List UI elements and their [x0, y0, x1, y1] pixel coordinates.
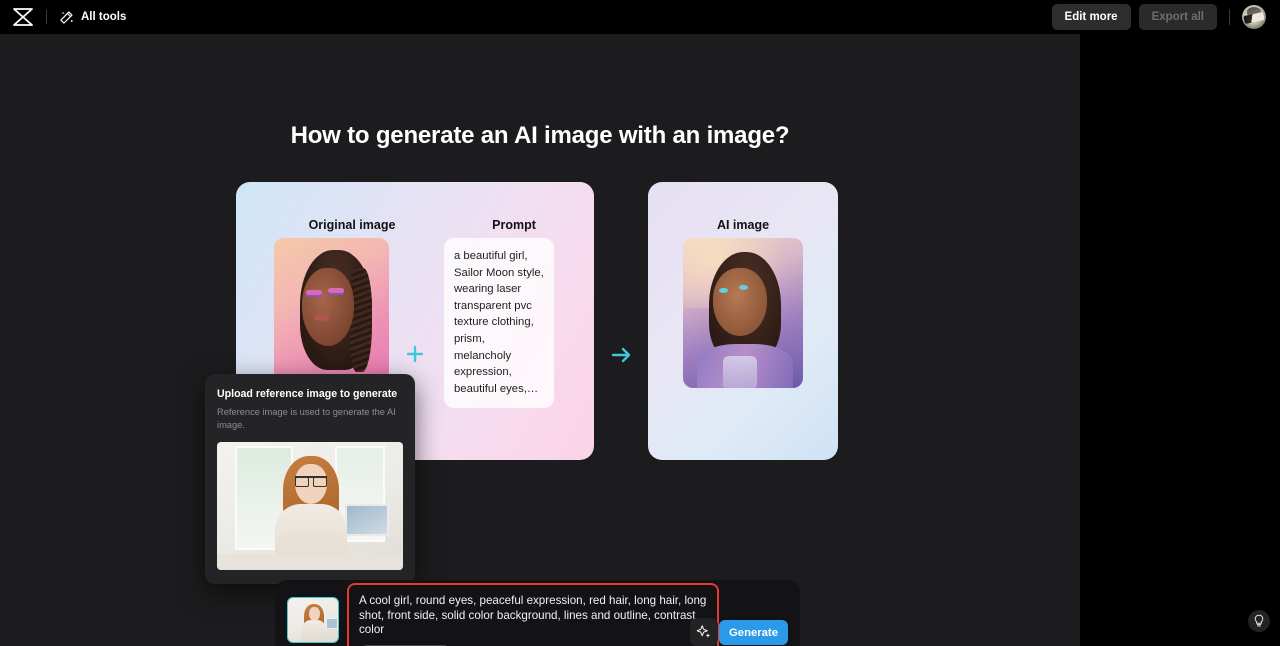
capcut-logo-icon[interactable]: [10, 6, 36, 28]
plus-icon: [405, 344, 425, 364]
magic-wand-icon: [59, 10, 74, 25]
avatar[interactable]: [1242, 5, 1266, 29]
edit-more-button[interactable]: Edit more: [1051, 4, 1131, 30]
ai-image-card: AI image: [648, 182, 838, 460]
ai-image-photo: [683, 238, 803, 388]
top-bar-actions: Edit more Export all: [1051, 4, 1270, 30]
arrow-right-icon: [610, 344, 634, 366]
right-sidebar: Image to image Number of images 1 2 3 4 …: [1080, 34, 1280, 646]
app-root: All tools Edit more Export all How to ge…: [0, 0, 1280, 646]
prompt-text: a beautiful girl, Sailor Moon style, wea…: [444, 238, 554, 408]
generate-button[interactable]: Generate: [719, 620, 788, 645]
prompt-input-value: A cool girl, round eyes, peaceful expres…: [359, 594, 707, 636]
prompt-input[interactable]: A cool girl, round eyes, peaceful expres…: [347, 583, 719, 646]
reference-image-thumbnail[interactable]: [287, 597, 339, 643]
tooltip-reference-image: [217, 442, 403, 570]
divider: [1229, 9, 1230, 25]
upload-reference-tooltip: Upload reference image to generate Refer…: [205, 374, 415, 584]
lightbulb-icon[interactable]: [1248, 610, 1270, 632]
prompt-label: Prompt: [492, 218, 536, 232]
export-all-button[interactable]: Export all: [1138, 4, 1217, 30]
all-tools-label: All tools: [81, 11, 127, 23]
ai-sparkle-icon[interactable]: [690, 618, 718, 646]
tooltip-title: Upload reference image to generate: [217, 388, 398, 400]
tooltip-description: Reference image is used to generate the …: [217, 407, 396, 430]
main-canvas: How to generate an AI image with an imag…: [0, 34, 1080, 646]
all-tools-button[interactable]: All tools: [59, 10, 126, 25]
top-bar: All tools Edit more Export all: [0, 0, 1280, 34]
original-image-photo: [274, 238, 389, 383]
ai-image-label: AI image: [716, 218, 770, 232]
divider: [46, 10, 47, 24]
page-title: How to generate an AI image with an imag…: [290, 122, 790, 149]
original-image-label: Original image: [308, 218, 396, 232]
